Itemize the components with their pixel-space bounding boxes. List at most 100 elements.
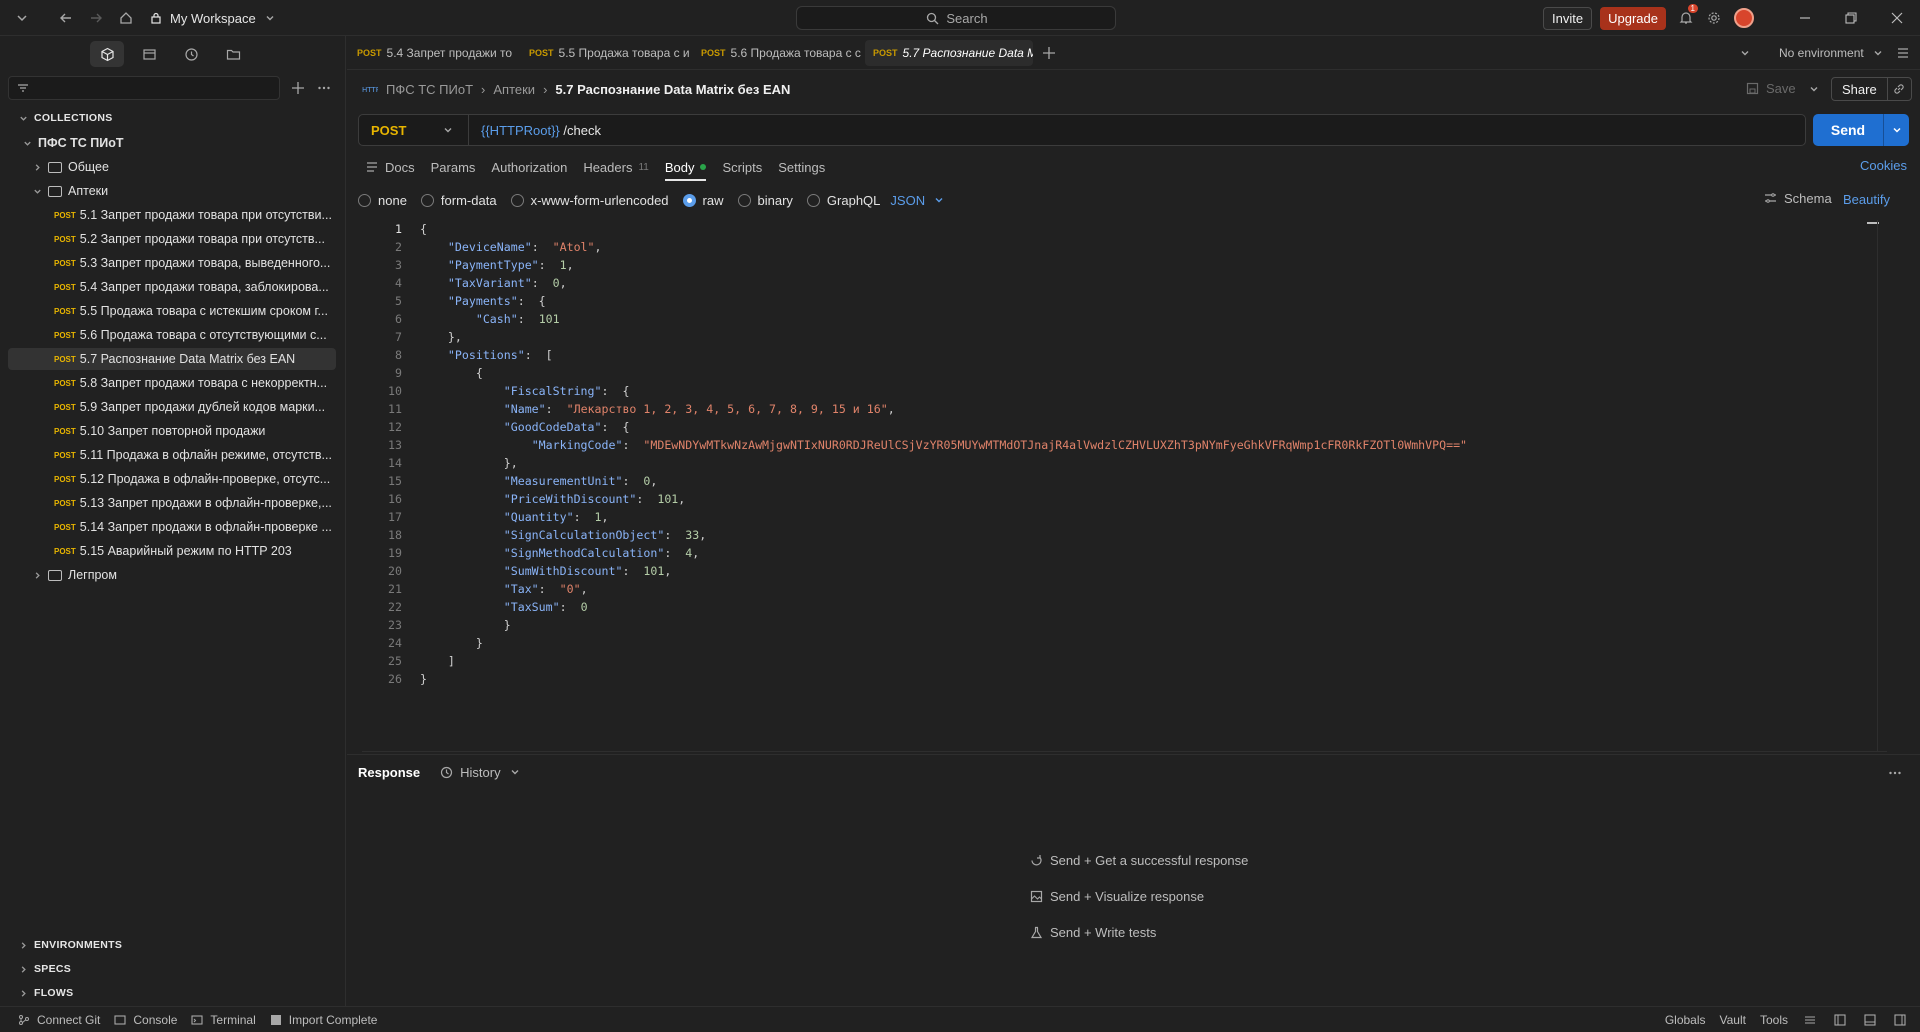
page-title[interactable]: 5.7 Распознание Data Matrix без EAN xyxy=(555,82,790,97)
collection-root[interactable]: ПФС ТС ПИоТ xyxy=(8,132,338,154)
method-select[interactable]: POST xyxy=(359,115,469,145)
menu-chevron-icon[interactable] xyxy=(14,10,30,26)
more-icon[interactable] xyxy=(1887,765,1903,781)
connect-git-button[interactable]: Connect Git xyxy=(16,1012,100,1028)
radio-binary[interactable]: binary xyxy=(737,193,793,208)
more-icon[interactable] xyxy=(316,80,332,96)
list-item[interactable]: POST 5.4 Запрет продажи товара, заблокиро… xyxy=(8,276,338,298)
tab-request-active[interactable]: POST 5.7 Распознание Data M xyxy=(865,40,1033,66)
globals-button[interactable]: Globals xyxy=(1665,1013,1706,1027)
radio-raw[interactable]: raw xyxy=(682,193,724,208)
terminal-button[interactable]: Terminal xyxy=(189,1012,256,1028)
right-panel-icon[interactable] xyxy=(1892,1012,1908,1028)
send-options-chevron-icon[interactable] xyxy=(1883,114,1909,146)
history-dropdown[interactable]: History xyxy=(438,764,522,780)
radio-form-data[interactable]: form-data xyxy=(420,193,497,208)
tools-button[interactable]: Tools xyxy=(1760,1013,1788,1027)
folder-apteki[interactable]: Аптеки xyxy=(8,180,338,202)
code-editor[interactable]: 1 2 3 4 5 6 7 8 9 10 11 12 13 14 15 16 17 18 19 20 21 22 23 24 2… xyxy=(362,220,1887,752)
global-search[interactable]: Search xyxy=(796,6,1116,30)
list-item[interactable]: POST 5.14 Запрет продажи в офлайн-проверк… xyxy=(8,516,338,538)
tabs-overflow-chevron-icon[interactable] xyxy=(1737,45,1753,61)
list-item[interactable]: POST 5.13 Запрет продажи в офлайн-проверк… xyxy=(8,492,338,514)
avatar[interactable] xyxy=(1734,8,1754,28)
list-item[interactable]: POST 5.2 Запрет продажи товара при отсутс… xyxy=(8,228,338,250)
radio-urlencoded[interactable]: x-www-form-urlencoded xyxy=(510,193,669,208)
upgrade-button[interactable]: Upgrade xyxy=(1600,6,1666,30)
specs-section[interactable]: SPECS xyxy=(18,963,71,975)
folder-obshchee[interactable]: Общее xyxy=(8,156,338,178)
tab-scripts[interactable]: Scripts xyxy=(722,160,762,175)
tab-request[interactable]: POST 5.6 Продажа товара с с xyxy=(693,40,861,66)
list-item[interactable]: POST 5.5 Продажа товара с истекшим сроком… xyxy=(8,300,338,322)
settings-sliders-icon[interactable] xyxy=(1802,1012,1818,1028)
radio-graphql[interactable]: GraphQL xyxy=(806,193,880,208)
link-icon[interactable] xyxy=(1886,78,1911,100)
editor-scrollbar[interactable] xyxy=(1877,220,1887,752)
environments-section[interactable]: ENVIRONMENTS xyxy=(18,939,122,951)
home-icon[interactable] xyxy=(118,10,134,26)
hint-successful-response[interactable]: Send + Get a successful response xyxy=(1028,852,1248,868)
tab-docs[interactable]: Docs xyxy=(364,159,415,175)
history-icon[interactable] xyxy=(174,41,208,67)
close-icon[interactable] xyxy=(1874,0,1920,36)
list-item[interactable]: POST 5.1 Запрет продажи товара при отсутс… xyxy=(8,204,338,226)
send-button[interactable]: Send xyxy=(1813,122,1883,138)
code-token: } xyxy=(420,636,483,650)
add-icon[interactable] xyxy=(290,80,306,96)
list-item[interactable]: POST 5.10 Запрет повторной продажи xyxy=(8,420,338,442)
folder-icon xyxy=(48,161,62,173)
folder-legprom[interactable]: Легпром xyxy=(8,564,338,586)
tab-request[interactable]: POST 5.4 Запрет продажи то xyxy=(349,40,517,66)
breadcrumb-folder[interactable]: Аптеки xyxy=(493,82,535,97)
share-button[interactable]: Share xyxy=(1832,82,1887,97)
collections-icon[interactable] xyxy=(90,41,124,67)
tab-settings[interactable]: Settings xyxy=(778,160,825,175)
console-button[interactable]: Console xyxy=(112,1012,177,1028)
layout-icon[interactable] xyxy=(1895,45,1911,61)
list-item-selected[interactable]: POST 5.7 Распознание Data Matrix без EAN xyxy=(8,348,336,370)
list-item[interactable]: POST 5.9 Запрет продажи дублей кодов марк… xyxy=(8,396,338,418)
schema-button[interactable]: Schema xyxy=(1762,190,1832,206)
tab-params[interactable]: Params xyxy=(431,160,476,175)
hint-write-tests[interactable]: Send + Write tests xyxy=(1028,924,1156,940)
url-input[interactable]: {{HTTPRoot}} /check xyxy=(469,123,601,138)
back-arrow-icon[interactable] xyxy=(58,10,74,26)
format-select[interactable]: JSON xyxy=(890,192,947,208)
beautify-button[interactable]: Beautify xyxy=(1843,192,1890,207)
collections-header[interactable]: COLLECTIONS xyxy=(18,112,113,124)
bell-icon[interactable]: 1 xyxy=(1678,4,1698,26)
bottom-panel-icon[interactable] xyxy=(1862,1012,1878,1028)
minimize-icon[interactable] xyxy=(1782,0,1828,36)
new-tab-icon[interactable] xyxy=(1041,45,1057,61)
hint-visualize-response[interactable]: Send + Visualize response xyxy=(1028,888,1204,904)
save-button[interactable]: Save xyxy=(1744,80,1796,96)
import-status[interactable]: Import Complete xyxy=(268,1012,377,1028)
radio-none[interactable]: none xyxy=(358,193,407,208)
vault-button[interactable]: Vault xyxy=(1720,1013,1746,1027)
sidebar-filter-input[interactable] xyxy=(8,76,280,100)
gear-icon[interactable] xyxy=(1706,10,1722,26)
save-options-chevron-icon[interactable] xyxy=(1806,81,1822,97)
tab-authorization[interactable]: Authorization xyxy=(491,160,567,175)
breadcrumb-root[interactable]: ПФС ТС ПИоТ xyxy=(386,82,473,97)
folder-icon[interactable] xyxy=(216,41,250,67)
list-item[interactable]: POST 5.15 Аварийный режим по HTTP 203 xyxy=(8,540,338,562)
environment-selector[interactable]: No environment xyxy=(1779,45,1886,61)
split-view-icon[interactable] xyxy=(1832,1012,1848,1028)
list-item[interactable]: POST 5.6 Продажа товара с отсутствующими … xyxy=(8,324,338,346)
workspace-selector[interactable]: My Workspace xyxy=(148,10,278,26)
environments-icon[interactable] xyxy=(132,41,166,67)
list-item[interactable]: POST 5.3 Запрет продажи товара, выведенно… xyxy=(8,252,338,274)
tab-request[interactable]: POST 5.5 Продажа товара с и xyxy=(521,40,689,66)
list-item[interactable]: POST 5.12 Продажа в офлайн-проверке, отсу… xyxy=(8,468,338,490)
invite-button[interactable]: Invite xyxy=(1543,6,1593,30)
forward-arrow-icon[interactable] xyxy=(88,10,104,26)
tab-headers[interactable]: Headers 11 xyxy=(583,160,649,175)
flows-section[interactable]: FLOWS xyxy=(18,987,73,999)
tab-body[interactable]: Body xyxy=(664,160,707,181)
restore-icon[interactable] xyxy=(1828,0,1874,36)
list-item[interactable]: POST 5.11 Продажа в офлайн режиме, отсутс… xyxy=(8,444,338,466)
cookies-link[interactable]: Cookies xyxy=(1860,158,1907,173)
list-item[interactable]: POST 5.8 Запрет продажи товара с некоррек… xyxy=(8,372,338,394)
